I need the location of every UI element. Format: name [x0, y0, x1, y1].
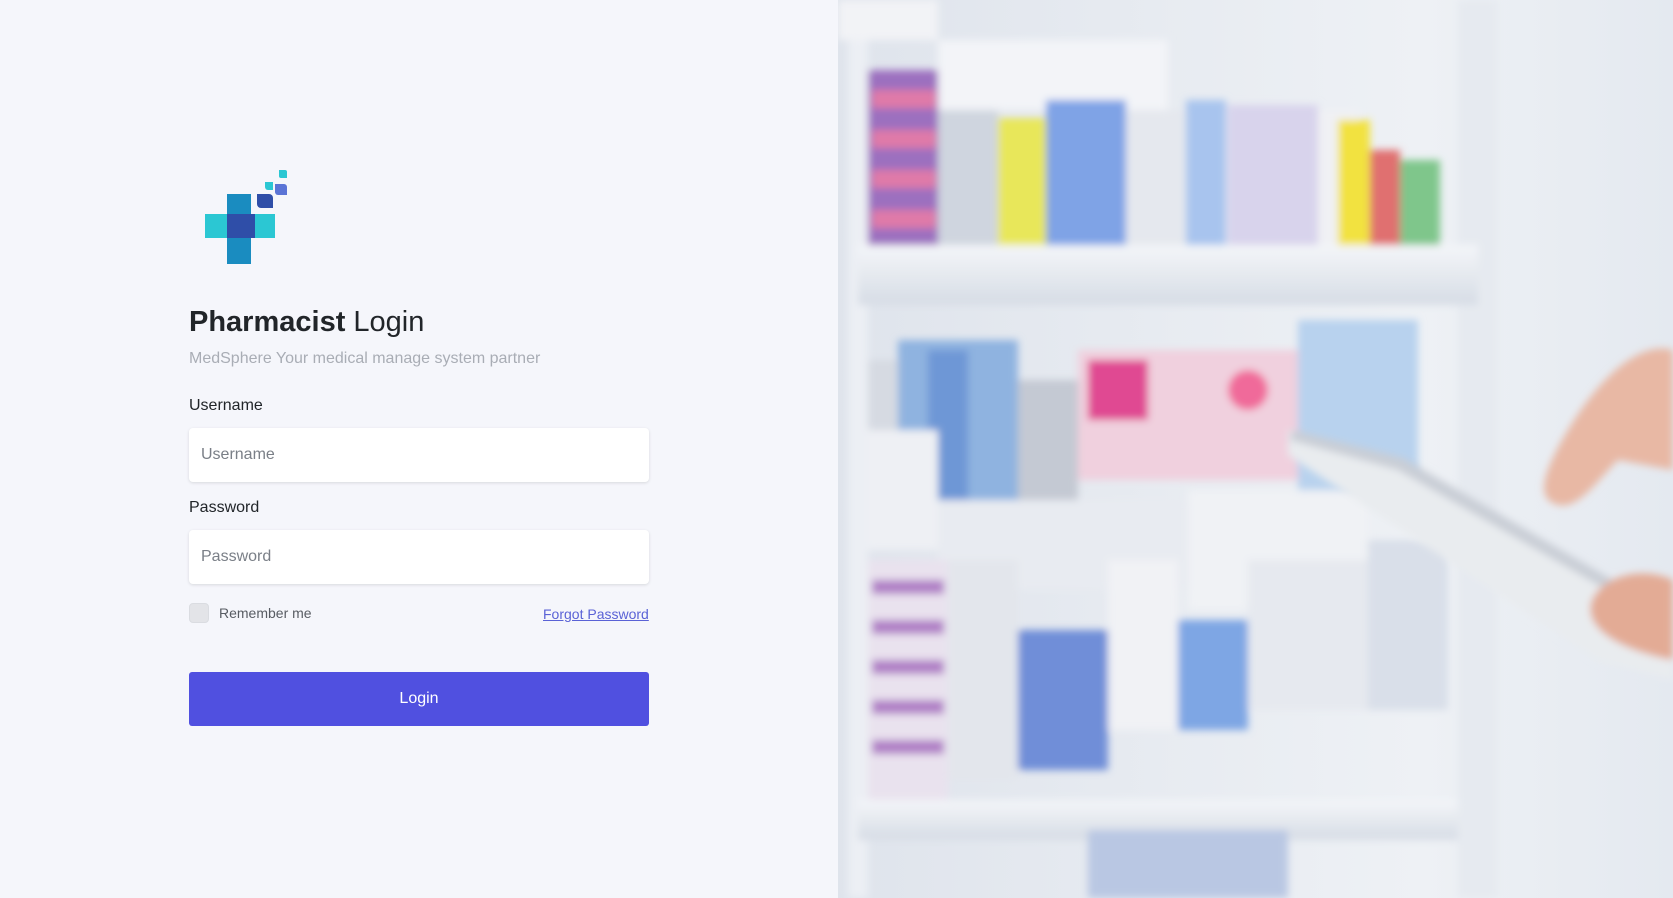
- forgot-password-link[interactable]: Forgot Password: [543, 606, 649, 622]
- pharmacy-shelves-photo: [838, 0, 1673, 898]
- password-label: Password: [189, 499, 260, 516]
- page-subtitle: MedSphere Your medical manage system par…: [189, 350, 541, 367]
- remember-me-row: Remember me: [189, 603, 312, 623]
- username-label: Username: [189, 397, 263, 414]
- page-title-bold: Pharmacist: [189, 306, 346, 338]
- page-title: Pharmacist Login: [189, 304, 424, 340]
- username-input[interactable]: [189, 428, 649, 482]
- password-input[interactable]: [189, 530, 649, 584]
- login-page: Pharmacist Login MedSphere Your medical …: [0, 0, 1673, 898]
- medical-cross-logo-icon: [205, 170, 287, 264]
- remember-me-label: Remember me: [219, 605, 312, 621]
- page-title-rest: Login: [345, 306, 425, 338]
- login-button[interactable]: Login: [189, 672, 649, 726]
- login-panel: Pharmacist Login MedSphere Your medical …: [0, 0, 838, 898]
- remember-me-checkbox[interactable]: [189, 603, 209, 623]
- pharmacy-shelves-image: [838, 0, 1673, 898]
